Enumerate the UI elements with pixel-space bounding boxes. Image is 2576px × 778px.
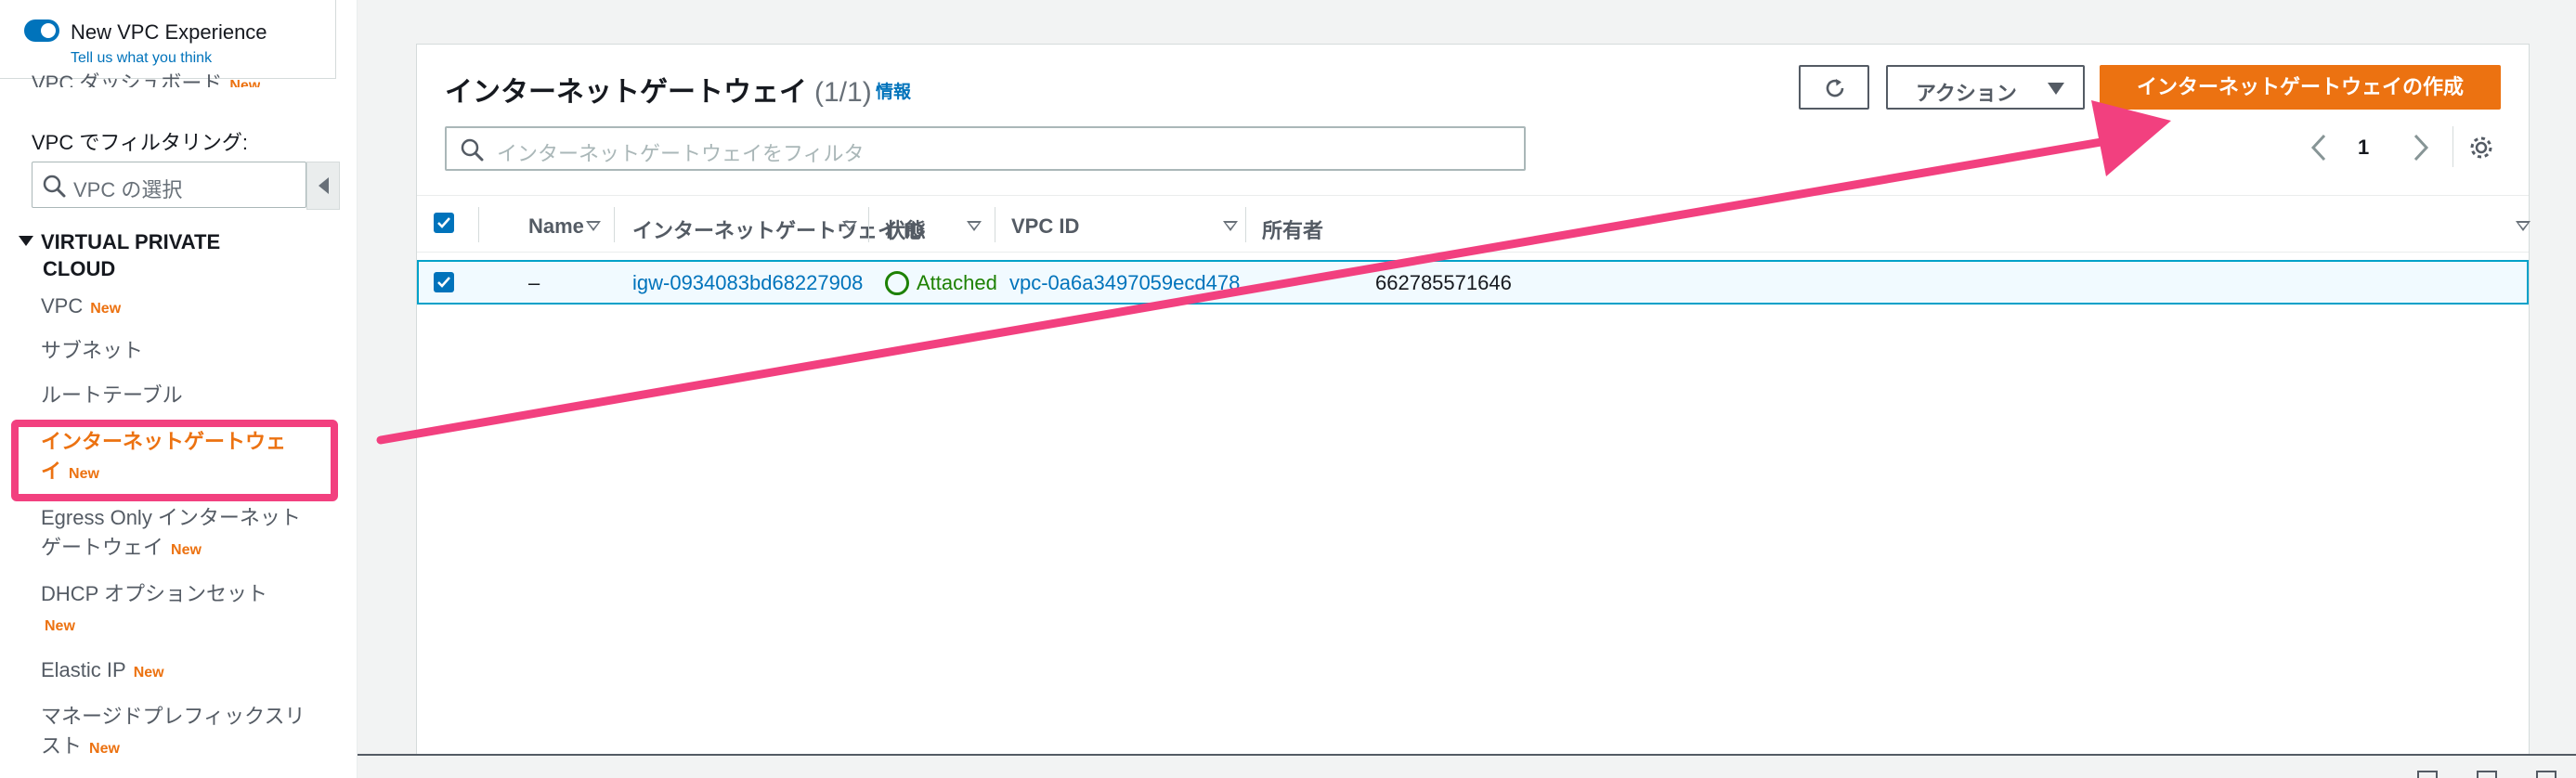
- section-virtual-private-cloud[interactable]: VIRTUAL PRIVATE CLOUD: [19, 228, 220, 282]
- page-title-text: インターネットゲートウェイ: [445, 77, 807, 108]
- actions-dropdown[interactable]: アクション: [1886, 65, 2085, 110]
- column-header-vpc-id[interactable]: VPC ID: [1011, 214, 1079, 239]
- previous-page-icon[interactable]: [2308, 132, 2330, 163]
- table-header: Name インターネットゲートウェイ ID 状態 VPC ID 所有者: [417, 195, 2530, 253]
- cell-name: –: [528, 271, 540, 294]
- caret-down-icon: [19, 236, 33, 246]
- gateway-filter-input[interactable]: インターネットゲートウェイをフィルタ: [445, 126, 1526, 171]
- column-divider: [1245, 207, 1246, 242]
- sidebar-item-label: スト: [41, 734, 83, 758]
- column-header-name[interactable]: Name: [528, 214, 584, 239]
- column-header-gateway-id[interactable]: インターネットゲートウェイ ID: [632, 214, 924, 244]
- cell-state: Attached: [917, 271, 997, 294]
- column-header-owner[interactable]: 所有者: [1262, 214, 1323, 244]
- column-header-state[interactable]: 状態: [885, 214, 926, 244]
- sidebar-item-vpc[interactable]: VPC New: [41, 292, 121, 324]
- section-title-line2: CLOUD: [43, 257, 116, 280]
- panel-side-icon[interactable]: [2477, 771, 2497, 778]
- sort-icon[interactable]: [586, 221, 601, 231]
- details-split-panel-bar[interactable]: [358, 754, 2576, 778]
- panel-bottom-icon[interactable]: [2417, 771, 2438, 778]
- new-badge: New: [90, 301, 122, 317]
- checkmark-icon: [437, 277, 450, 288]
- new-experience-toggle[interactable]: [24, 19, 59, 42]
- sidebar-item-label: VPC ダッシュボード: [32, 71, 223, 87]
- sidebar-item-label: ルートテーブル: [41, 383, 183, 407]
- sidebar: New VPC Experience Tell us what you thin…: [0, 0, 358, 778]
- next-page-icon[interactable]: [2410, 132, 2432, 163]
- actions-label: アクション: [1916, 82, 2017, 105]
- new-badge: New: [133, 665, 164, 681]
- cell-vpc-id[interactable]: vpc-0a6a3497059ecd478: [1009, 271, 1240, 295]
- cell-owner: 662785571646: [1375, 271, 1512, 294]
- caret-down-icon: [2048, 83, 2064, 95]
- checkmark-icon: [437, 217, 450, 228]
- sidebar-item-label: マネージドプレフィックスリ: [41, 705, 306, 728]
- search-icon: [43, 175, 66, 198]
- divider: [2452, 126, 2453, 167]
- gear-icon[interactable]: [2467, 134, 2495, 162]
- new-badge: New: [89, 741, 120, 757]
- row-checkbox[interactable]: [434, 272, 454, 292]
- gateway-filter-placeholder: インターネットゲートウェイをフィルタ: [497, 142, 865, 165]
- sidebar-item-dhcp-options[interactable]: DHCP オプションセット New: [41, 579, 267, 642]
- search-icon: [461, 138, 484, 162]
- create-internet-gateway-button[interactable]: インターネットゲートウェイの作成: [2100, 65, 2501, 110]
- sidebar-item-label: DHCP オプションセット: [41, 582, 268, 605]
- sidebar-item-label: Elastic IP: [41, 658, 126, 681]
- vpc-filter-select[interactable]: VPC の選択: [32, 162, 306, 208]
- sort-icon[interactable]: [967, 221, 982, 231]
- collapse-sidebar-button[interactable]: [306, 162, 340, 210]
- internet-gateways-panel: インターネットゲートウェイ (1/1) 情報 アクション インターネットゲートウェ…: [416, 44, 2530, 778]
- cell-gateway-id[interactable]: igw-0934083bd68227908: [632, 271, 863, 295]
- new-badge: New: [171, 542, 202, 558]
- column-divider: [614, 207, 615, 242]
- sidebar-item-label: サブネット: [41, 339, 144, 362]
- refresh-button[interactable]: [1799, 65, 1869, 110]
- refresh-icon: [1826, 79, 1844, 97]
- select-all-checkbox[interactable]: [434, 213, 454, 233]
- sort-icon[interactable]: [1223, 221, 1238, 231]
- new-experience-label: New VPC Experience: [71, 20, 267, 44]
- new-badge: New: [229, 78, 261, 87]
- vpc-filter-placeholder: VPC の選択: [73, 178, 183, 201]
- sort-icon[interactable]: [2516, 221, 2530, 231]
- sidebar-item-managed-prefix-lists[interactable]: マネージドプレフィックスリ スト New: [41, 702, 305, 764]
- sidebar-item-egress-only-gateways[interactable]: Egress Only インターネット ゲートウェイ New: [41, 503, 301, 565]
- column-divider: [868, 207, 869, 242]
- sidebar-item-subnets[interactable]: サブネット: [41, 336, 143, 366]
- info-link[interactable]: 情報: [876, 78, 911, 103]
- caret-left-icon: [319, 177, 329, 194]
- vpc-filter-label: VPC でフィルタリング:: [32, 131, 249, 154]
- annotation-highlight-box: [11, 420, 338, 501]
- page-title: インターネットゲートウェイ (1/1): [445, 69, 872, 110]
- sort-icon[interactable]: [842, 221, 857, 231]
- sidebar-item-label: Egress Only インターネット: [41, 506, 301, 529]
- section-title-line1: VIRTUAL PRIVATE: [41, 230, 221, 253]
- sidebar-item-elastic-ip[interactable]: Elastic IP New: [41, 655, 164, 688]
- sidebar-item-vpc-dashboard[interactable]: VPC ダッシュボード New: [32, 65, 260, 87]
- column-divider: [478, 207, 479, 242]
- panel-close-icon[interactable]: [2536, 771, 2556, 778]
- status-success-icon: [885, 271, 909, 295]
- new-badge: New: [45, 618, 75, 634]
- sidebar-item-route-tables[interactable]: ルートテーブル: [41, 381, 183, 410]
- sidebar-item-label: ゲートウェイ: [41, 536, 164, 559]
- item-count: (1/1): [814, 77, 872, 108]
- current-page-number[interactable]: 1: [2358, 136, 2369, 160]
- table-row[interactable]: – igw-0934083bd68227908 Attached vpc-0a6…: [417, 260, 2529, 305]
- sidebar-item-label: VPC: [41, 294, 84, 318]
